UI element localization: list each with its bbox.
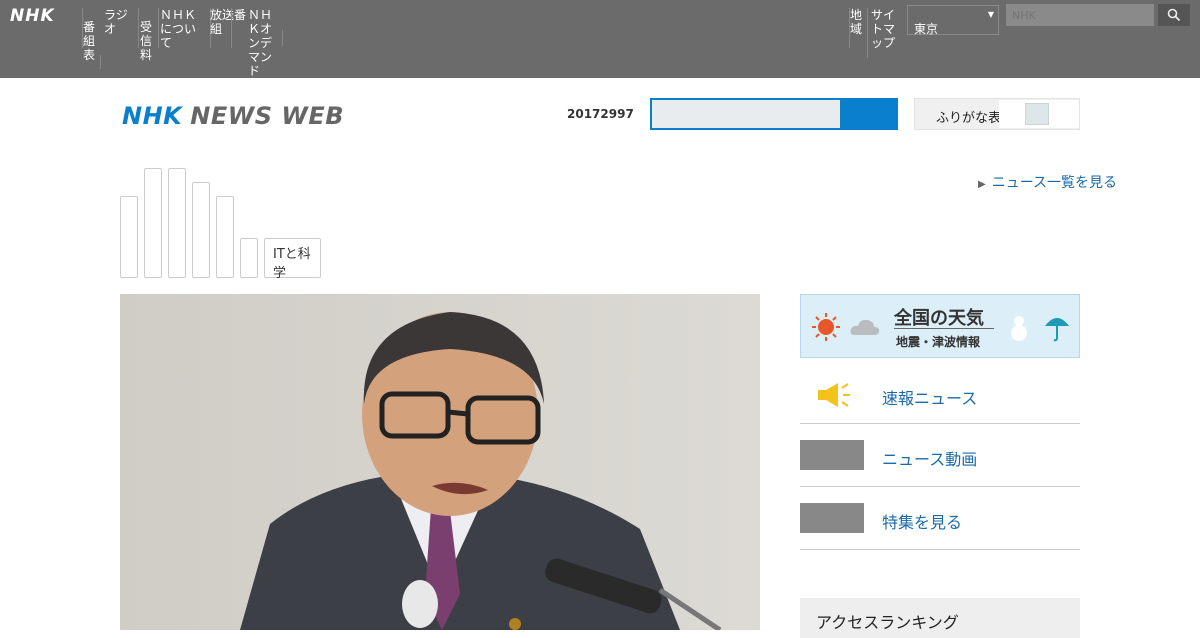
brand-news-web: NEWS WEB bbox=[190, 102, 345, 130]
region-selected: 東京 bbox=[914, 22, 939, 36]
triangle-right-icon: ▶ bbox=[978, 179, 986, 190]
category-tab[interactable] bbox=[192, 182, 210, 278]
category-tab[interactable] bbox=[120, 196, 138, 278]
global-search-input[interactable] bbox=[1006, 4, 1154, 26]
news-list-link[interactable]: ▶ ニュース一覧を見る bbox=[978, 172, 1117, 192]
sidebar-item-breaking[interactable]: 速報ニュース bbox=[800, 362, 1080, 424]
weather-banner[interactable]: 全国の天気 地震・津波情報 bbox=[800, 294, 1080, 358]
sidebar-item-label: 速報ニュース bbox=[882, 389, 978, 408]
snowman-icon bbox=[1011, 316, 1027, 341]
sun-icon bbox=[812, 313, 840, 341]
region-select[interactable]: 東京 ▼ bbox=[907, 5, 999, 36]
nhk-news-web-logo[interactable]: NHK NEWS WEB bbox=[122, 102, 344, 130]
feature-thumb bbox=[800, 503, 864, 533]
toggle-knob[interactable] bbox=[1025, 103, 1049, 125]
nav-item-ondemand[interactable]: ＮＨＫオンデマンド bbox=[248, 8, 282, 78]
video-thumb bbox=[800, 440, 864, 470]
sidebar-item-label: ニュース動画 bbox=[882, 450, 978, 469]
category-tab[interactable] bbox=[216, 196, 234, 278]
global-header: NHK 番組表 ラジオ 受信料 ＮＨＫについて 放送番組 ＮＨＫオンデマンド 地… bbox=[0, 0, 1200, 78]
cloud-icon bbox=[850, 319, 880, 335]
nav-divider bbox=[138, 8, 139, 48]
nav-item-broadcast[interactable]: 放送番組 bbox=[210, 8, 246, 36]
news-search-button[interactable] bbox=[840, 100, 896, 128]
news-list-link-label: ニュース一覧を見る bbox=[991, 175, 1118, 191]
nav-divider bbox=[158, 8, 159, 48]
header-date: 20172997 bbox=[567, 107, 634, 121]
category-tab[interactable] bbox=[168, 168, 186, 278]
nav-divider bbox=[231, 8, 232, 48]
sidebar-item-feature[interactable]: 特集を見る bbox=[800, 487, 1080, 550]
nav-item-program[interactable]: 番組表 bbox=[83, 20, 99, 62]
toggle-switch[interactable] bbox=[999, 100, 1079, 128]
nav-item-region[interactable]: 地域 bbox=[850, 8, 864, 36]
category-tab[interactable] bbox=[240, 238, 258, 278]
sidebar-item-label: 特集を見る bbox=[882, 513, 963, 532]
nav-item-radio[interactable]: ラジオ bbox=[104, 8, 138, 36]
global-search-button[interactable] bbox=[1158, 4, 1190, 26]
nav-item-about[interactable]: ＮＨＫについて bbox=[160, 8, 204, 50]
nav-divider bbox=[867, 8, 868, 58]
search-icon bbox=[1167, 8, 1181, 22]
nav-divider bbox=[100, 55, 101, 69]
nav-item-fee[interactable]: 受信料 bbox=[140, 20, 158, 62]
category-tab-it[interactable]: ITと科学 bbox=[264, 238, 321, 281]
megaphone-icon bbox=[818, 383, 850, 407]
brand-nhk: NHK bbox=[122, 102, 183, 130]
nav-item-sitemap[interactable]: サイトマップ bbox=[871, 8, 905, 50]
earthquake-link[interactable]: 地震・津波情報 bbox=[896, 333, 980, 350]
sidebar-item-video[interactable]: ニュース動画 bbox=[800, 424, 1080, 487]
news-search-input[interactable] bbox=[650, 98, 898, 130]
furigana-toggle[interactable]: ふりがな表示 bbox=[914, 98, 1080, 130]
ranking-header: アクセスランキング bbox=[800, 598, 1080, 638]
speaker-photo bbox=[120, 294, 760, 630]
nhk-logo[interactable]: NHK bbox=[10, 6, 55, 26]
nav-divider bbox=[282, 30, 283, 46]
chevron-down-icon: ▼ bbox=[987, 10, 994, 19]
weather-divider bbox=[894, 328, 994, 329]
category-tab[interactable] bbox=[144, 168, 162, 278]
ranking-title: アクセスランキング bbox=[816, 613, 959, 632]
weather-title: 全国の天気 bbox=[894, 308, 984, 329]
umbrella-icon bbox=[1045, 318, 1069, 342]
article-photo[interactable] bbox=[120, 294, 760, 630]
